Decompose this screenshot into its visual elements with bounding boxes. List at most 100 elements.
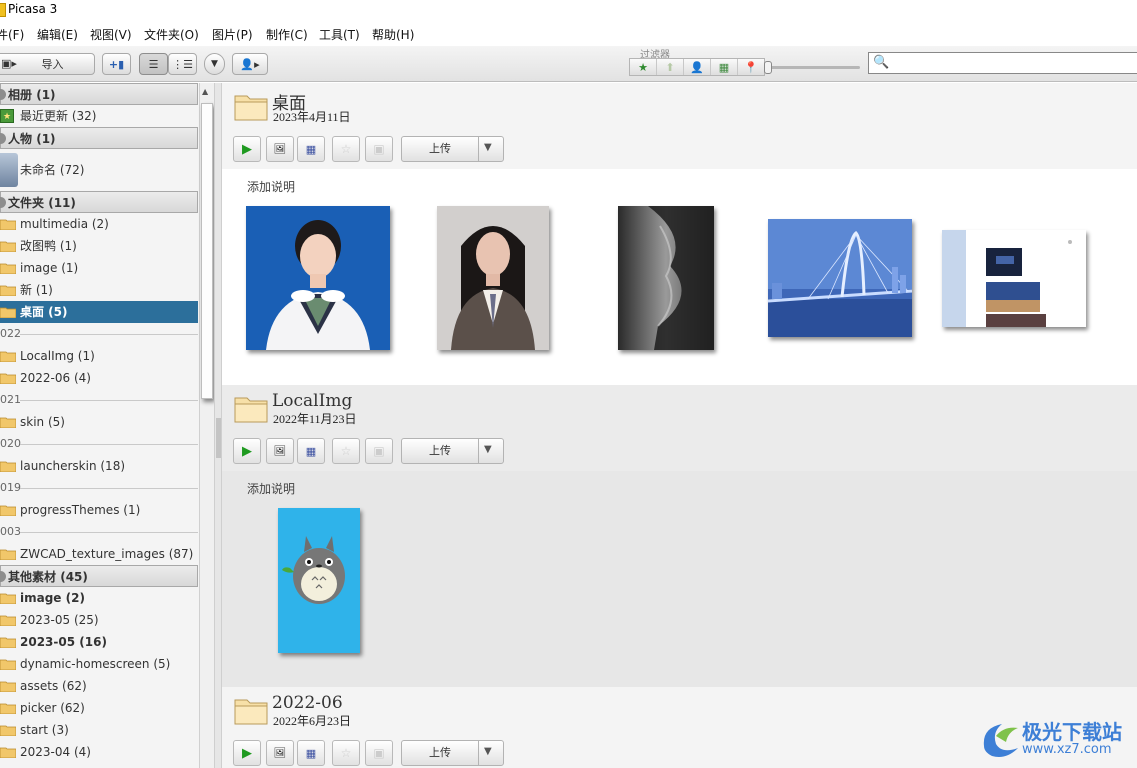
photo-portrait-grey[interactable] (437, 206, 549, 350)
menu-edit[interactable]: 编辑(E) (37, 26, 78, 43)
save-button[interactable]: ▣ (365, 136, 393, 162)
date-filter-slider[interactable] (764, 61, 860, 74)
folder-item[interactable]: image (1) (0, 257, 198, 279)
collage-button[interactable]: 🖼 (266, 438, 294, 464)
folder-icon (234, 95, 268, 121)
upload-button[interactable]: 上传 ▼ (401, 136, 504, 162)
photo-portrait-blue[interactable] (246, 206, 390, 350)
folder-label: LocalImg (1) (20, 349, 95, 363)
folder-item[interactable]: assets (62) (0, 675, 198, 697)
collage-button[interactable]: 🖼 (266, 740, 294, 766)
folder-item[interactable]: 2023-05 (25) (0, 609, 198, 631)
collapse-icon (0, 89, 6, 100)
import-button[interactable]: ▣▸ 导入 (0, 53, 95, 75)
folder-item[interactable]: launcherskin (18) (0, 455, 198, 477)
photo-totoro[interactable] (278, 508, 360, 653)
album-photos: 添加说明 (222, 169, 1137, 385)
chevron-down-icon[interactable]: ▼ (484, 444, 492, 455)
filter-movie-icon[interactable]: ▦ (711, 59, 738, 75)
year-separator: 020 (0, 433, 198, 455)
photo-bridge-night[interactable] (768, 219, 912, 337)
photo-screenshot-doc[interactable] (942, 230, 1086, 327)
add-caption[interactable]: 添加说明 (247, 480, 295, 497)
menu-picture[interactable]: 图片(P) (212, 26, 253, 43)
albums-header[interactable]: 相册 (1) (0, 83, 198, 105)
folder-item[interactable]: 2022-06 (4) (0, 367, 198, 389)
list-view-button[interactable]: ☰ (139, 53, 168, 75)
folder-item[interactable]: 新 (1) (0, 279, 198, 301)
menu-view[interactable]: 视图(V) (90, 26, 132, 43)
slideshow-button[interactable]: ▶ (233, 740, 261, 766)
menu-tools[interactable]: 工具(T) (319, 26, 360, 43)
person-unnamed[interactable]: 未命名 (72) (0, 149, 198, 191)
folder-label: launcherskin (18) (20, 459, 126, 473)
album-recent[interactable]: 最近更新 (32) (0, 105, 198, 128)
filter-uploaded-icon[interactable]: ⬆ (657, 59, 684, 75)
folder-item[interactable]: progressThemes (1) (0, 499, 198, 521)
photo-image (278, 508, 360, 653)
menu-help[interactable]: 帮助(H) (372, 26, 414, 43)
people-button[interactable]: 👤▸ (232, 53, 268, 75)
collapse-icon (0, 571, 6, 582)
filter-geotag-icon[interactable]: 📍 (738, 59, 764, 75)
view-options-dropdown[interactable]: ▼ (204, 53, 225, 75)
menu-file[interactable]: 件(F) (0, 26, 24, 43)
folder-item[interactable]: picker (62) (0, 697, 198, 719)
folder-item[interactable]: 2023-04 (4) (0, 741, 198, 763)
search-input[interactable] (891, 55, 1131, 71)
folder-item[interactable]: start (3) (0, 719, 198, 741)
collage-icon: 🖼 (273, 747, 287, 759)
filter-people-icon[interactable]: 👤 (684, 59, 711, 75)
slideshow-button[interactable]: ▶ (233, 438, 261, 464)
photo-rocks-bw[interactable] (618, 206, 714, 350)
album-icon (0, 106, 14, 128)
collage-button[interactable]: 🖼 (266, 136, 294, 162)
tree-view-button[interactable]: ⋮☰ (168, 53, 197, 75)
folder-label: multimedia (2) (20, 217, 109, 231)
star-button[interactable]: ☆ (332, 740, 360, 766)
other-header[interactable]: 其他素材 (45) (0, 565, 198, 587)
chevron-down-icon[interactable]: ▼ (484, 746, 492, 757)
folder-item[interactable]: image (2) (0, 587, 198, 609)
people-header[interactable]: 人物 (1) (0, 127, 198, 149)
watermark-logo: 极光下载站 www.xz7.com (978, 716, 1128, 760)
menu-folder[interactable]: 文件夹(O) (144, 26, 199, 43)
movie-button[interactable]: ▦ (297, 438, 325, 464)
panel-splitter[interactable] (214, 83, 222, 768)
upload-button[interactable]: 上传 ▼ (401, 438, 504, 464)
folder-item[interactable]: multimedia (2) (0, 213, 198, 235)
search-box[interactable]: 🔍 (868, 52, 1137, 74)
star-icon: ☆ (340, 746, 352, 760)
filter-star-icon[interactable]: ★ (630, 59, 657, 75)
album-title[interactable]: 2022-06 (272, 693, 343, 713)
movie-button[interactable]: ▦ (297, 740, 325, 766)
menu-create[interactable]: 制作(C) (266, 26, 308, 43)
add-to-album-button[interactable]: +▮ (102, 53, 131, 75)
folder-item[interactable]: ZWCAD_texture_images (87) (0, 543, 198, 565)
folder-item[interactable]: 改图鸭 (1) (0, 235, 198, 257)
chevron-down-icon[interactable]: ▼ (484, 142, 492, 153)
album-section: 桌面 2023年4月11日 ▶ 🖼 ▦ ☆ ▣ 上传 ▼ 添加说明 (222, 83, 1137, 385)
star-button[interactable]: ☆ (332, 438, 360, 464)
folders-header[interactable]: 文件夹 (11) (0, 191, 198, 213)
album-title[interactable]: LocalImg (272, 391, 352, 411)
save-button[interactable]: ▣ (365, 740, 393, 766)
add-caption[interactable]: 添加说明 (247, 178, 295, 195)
movie-button[interactable]: ▦ (297, 136, 325, 162)
splitter-grip[interactable] (216, 418, 221, 458)
folder-item[interactable]: 2023-05 (16) (0, 631, 198, 653)
scroll-up-icon[interactable]: ▲ (202, 87, 208, 96)
folder-item[interactable]: LocalImg (1) (0, 345, 198, 367)
library-scrollbar[interactable]: ▲ (199, 83, 214, 768)
save-icon: ▣ (373, 444, 385, 458)
slider-knob[interactable] (764, 61, 772, 74)
photo-image (942, 230, 1086, 327)
upload-button[interactable]: 上传 ▼ (401, 740, 504, 766)
star-button[interactable]: ☆ (332, 136, 360, 162)
save-button[interactable]: ▣ (365, 438, 393, 464)
folder-item[interactable]: skin (5) (0, 411, 198, 433)
folder-item-selected[interactable]: 桌面 (5) (0, 301, 198, 323)
folder-item[interactable]: dynamic-homescreen (5) (0, 653, 198, 675)
slideshow-button[interactable]: ▶ (233, 136, 261, 162)
scrollbar-thumb[interactable] (201, 103, 213, 399)
